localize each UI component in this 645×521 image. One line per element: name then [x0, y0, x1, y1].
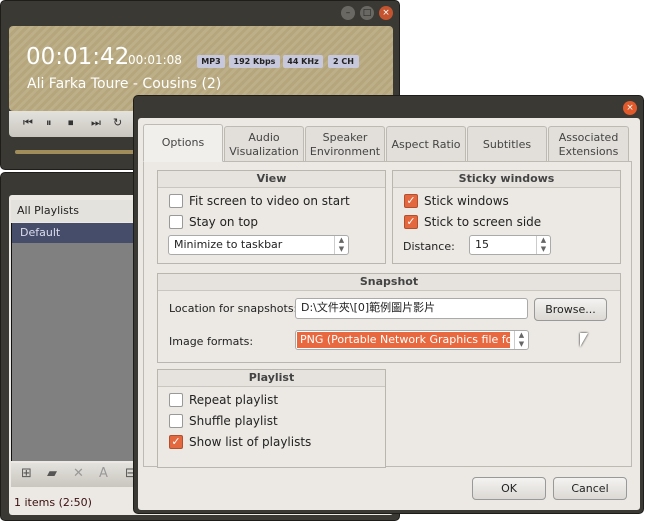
tab-speaker-environment[interactable]: Speaker Environment [305, 126, 385, 162]
sticky-windows-group: Sticky windows ✓ Stick windows ✓ Stick to … [392, 170, 621, 264]
playlist-item-default[interactable]: Default [12, 223, 141, 243]
cancel-button[interactable]: Cancel [553, 477, 627, 500]
channels-badge: 2 CH [328, 55, 359, 68]
playlist-list: Default [11, 223, 141, 461]
location-input[interactable]: D:\文件夾\[0]範例圖片影片 [295, 298, 528, 319]
distance-label: Distance: [403, 240, 455, 253]
pause-icon[interactable]: ⏸ [46, 116, 52, 130]
add-file-icon[interactable]: ⊞ [21, 466, 32, 481]
repeat-playlist-checkbox[interactable]: Repeat playlist [169, 393, 278, 407]
tab-associated-extensions[interactable]: Associated Extensions [548, 126, 629, 162]
snapshot-group-title: Snapshot [158, 274, 620, 291]
playlists-header: All Playlists [11, 200, 141, 222]
tab-aspect-ratio[interactable]: Aspect Ratio [386, 126, 466, 162]
image-formats-label: Image formats: [169, 335, 254, 348]
stop-icon[interactable]: ⏹ [68, 116, 74, 130]
tab-options[interactable]: Options [143, 124, 223, 162]
remaining-time: 00:01:08 [128, 53, 182, 67]
fit-screen-checkbox[interactable]: Fit screen to video on start [169, 194, 350, 208]
distance-spinner[interactable]: 15 ▲ ▼ [469, 235, 551, 255]
stick-windows-checkbox[interactable]: ✓ Stick windows [404, 194, 509, 208]
playlist-toolbar: ⊞ ▰ ✕ A ⊟ [11, 463, 141, 487]
maximize-icon[interactable]: □ [360, 6, 374, 20]
sticky-group-title: Sticky windows [393, 171, 620, 188]
rename-icon[interactable]: A [99, 466, 108, 481]
close-icon[interactable]: × [379, 6, 393, 20]
tab-audio-visualization[interactable]: Audio Visualization [224, 126, 304, 162]
view-group-title: View [158, 171, 385, 188]
show-playlists-checkbox[interactable]: ✓ Show list of playlists [169, 435, 311, 449]
next-icon[interactable]: ⏭ [91, 116, 101, 130]
previous-icon[interactable]: ⏮ [23, 116, 33, 130]
browse-button[interactable]: Browse... [534, 298, 607, 321]
minimize-icon[interactable]: – [341, 6, 355, 20]
location-label: Location for snapshots: [169, 302, 298, 315]
samplerate-badge: 44 KHz [283, 55, 323, 68]
image-format-select[interactable]: PNG (Portable Network Graphics file form… [295, 330, 529, 350]
remove-icon[interactable]: ✕ [73, 466, 84, 481]
elapsed-time: 00:01:42 [26, 44, 130, 70]
spin-arrows-icon: ▲ ▼ [514, 331, 528, 349]
minimize-select[interactable]: Minimize to taskbar ▲ ▼ [168, 235, 349, 255]
playlist-group-title: Playlist [158, 370, 385, 387]
shuffle-playlist-checkbox[interactable]: Shuffle playlist [169, 414, 278, 428]
tab-subtitles[interactable]: Subtitles [467, 126, 547, 162]
stay-on-top-checkbox[interactable]: Stay on top [169, 215, 258, 229]
view-group: View Fit screen to video on start Stay o… [157, 170, 386, 264]
playlist-status: 1 items (2:50) [14, 496, 92, 509]
dialog-close-icon[interactable]: × [623, 101, 637, 115]
track-title: Ali Farka Toure - Cousins (2) [27, 76, 222, 92]
spin-arrows-icon: ▲ ▼ [334, 236, 348, 254]
bitrate-badge: 192 Kbps [229, 55, 280, 68]
open-folder-icon[interactable]: ▰ [47, 466, 57, 481]
stick-screen-side-checkbox[interactable]: ✓ Stick to screen side [404, 215, 541, 229]
mouse-cursor-icon [580, 333, 588, 347]
snapshot-group: Snapshot Location for snapshots: D:\文件夾\… [157, 273, 621, 363]
format-badge: MP3 [197, 55, 225, 68]
playlist-group: Playlist Repeat playlist Shuffle playlis… [157, 369, 386, 468]
spin-arrows-icon: ▲ ▼ [536, 236, 550, 254]
ok-button[interactable]: OK [472, 477, 546, 500]
repeat-icon[interactable]: ↻ [113, 116, 122, 129]
